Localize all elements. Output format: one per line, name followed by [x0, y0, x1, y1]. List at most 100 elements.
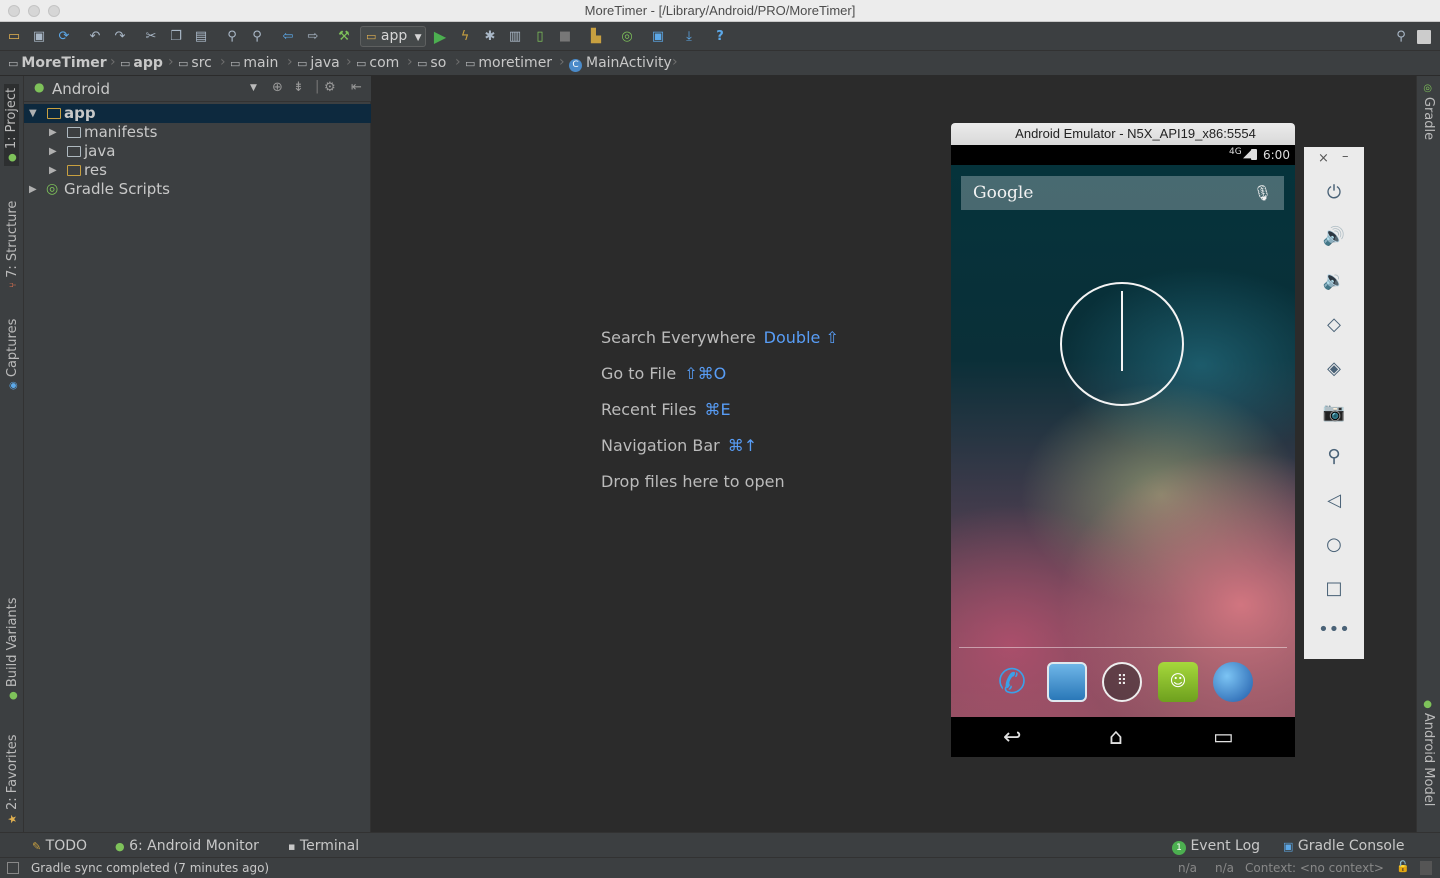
microphone-icon[interactable]: 🎙 [1253, 176, 1272, 210]
help-icon[interactable]: ? [711, 28, 729, 46]
tree-item-app[interactable]: ▼ app [24, 104, 371, 123]
all-apps-icon[interactable]: ⠿ [1102, 662, 1142, 702]
contacts-app-icon[interactable] [1047, 662, 1087, 702]
tab-build-variants[interactable]: ● Build Variants [5, 597, 20, 700]
view-mode-select[interactable]: Android [52, 80, 110, 98]
tab-android-model[interactable]: ● Android Model [1421, 700, 1436, 806]
browser-app-icon[interactable] [1213, 662, 1253, 702]
volume-down-icon[interactable]: 🔉 [1304, 270, 1364, 291]
breadcrumb-item-mainactivity[interactable]: C MainActivity [569, 55, 672, 72]
undo-icon[interactable]: ↶ [86, 28, 104, 46]
analog-clock-widget[interactable] [1060, 282, 1184, 406]
forward-icon[interactable]: ⇨ [304, 28, 322, 46]
replace-icon[interactable]: ⚲ [248, 28, 266, 46]
rotate-right-icon[interactable]: ◈ [1304, 358, 1364, 379]
tab-android-monitor[interactable]: ● 6: Android Monitor [115, 838, 259, 854]
tree-item-res[interactable]: ▶ res [24, 161, 371, 180]
device-recents-icon[interactable]: ▭ [1213, 725, 1234, 750]
power-icon[interactable]: ⏻ [1304, 182, 1364, 203]
breadcrumb-item-src[interactable]: ▭ src [178, 55, 212, 71]
lock-icon[interactable]: 🔓 [1396, 860, 1410, 873]
zoom-icon[interactable]: ⚲ [1304, 446, 1364, 467]
copy-icon[interactable]: ❐ [167, 28, 185, 46]
gear-icon[interactable]: ⚙ [324, 80, 336, 95]
save-icon[interactable]: ▣ [30, 28, 48, 46]
hint-shortcut: ⇧⌘O [684, 364, 727, 383]
breadcrumb-item-java[interactable]: ▭ java [297, 55, 340, 71]
module-folder-icon [47, 108, 61, 119]
collapsed-arrow-icon[interactable]: ▶ [49, 142, 57, 161]
more-icon[interactable]: ••• [1304, 619, 1364, 640]
star-icon: ★ [6, 814, 19, 824]
tab-favorites[interactable]: ★ 2: Favorites [5, 734, 20, 824]
find-icon[interactable]: ⚲ [223, 28, 241, 46]
minimize-icon[interactable]: – [1342, 149, 1349, 164]
project-structure-icon[interactable]: ▣ [649, 28, 667, 46]
device-back-icon[interactable]: ↩ [1003, 725, 1021, 750]
chevron-right-icon: › [559, 54, 565, 70]
profile-icon[interactable]: ▥ [506, 28, 524, 46]
search-everywhere-icon[interactable]: ⚲ [1392, 28, 1410, 46]
tab-todo[interactable]: ✎ TODO [32, 838, 87, 854]
device-screen[interactable]: 4G ◢ 6:00 Google 🎙 ✆ ⠿ ☺ ↩ ⌂ ▭ [951, 145, 1295, 757]
rotate-left-icon[interactable]: ◇ [1304, 314, 1364, 335]
breadcrumb-item-project[interactable]: ▭ MoreTimer [8, 55, 107, 71]
tool-windows-toggle-icon[interactable] [7, 862, 19, 874]
debug-icon[interactable]: ✱ [481, 28, 499, 46]
user-icon[interactable] [1417, 30, 1431, 44]
breadcrumb-item-app[interactable]: ▭ app [120, 55, 163, 71]
breadcrumb-item-com[interactable]: ▭ com [356, 55, 399, 71]
chevron-down-icon[interactable]: ▼ [250, 83, 257, 93]
redo-icon[interactable]: ↷ [111, 28, 129, 46]
make-icon[interactable]: ⚒ [335, 28, 353, 46]
home-wallpaper[interactable]: Google 🎙 ✆ ⠿ ☺ [951, 165, 1295, 717]
breadcrumb-item-moretimer[interactable]: ▭ moretimer [465, 55, 552, 71]
apply-changes-icon[interactable]: ϟ [456, 28, 474, 46]
volume-up-icon[interactable]: 🔊 [1304, 226, 1364, 247]
tab-structure[interactable]: ⑂ 7: Structure [5, 201, 20, 288]
device-home-icon[interactable]: ⌂ [1109, 725, 1123, 750]
tab-gradle-console[interactable]: ▣ Gradle Console [1283, 838, 1404, 854]
sync-icon[interactable]: ⟳ [55, 28, 73, 46]
open-folder-icon[interactable]: ▭ [5, 28, 23, 46]
tab-gradle[interactable]: ◎ Gradle [1421, 84, 1436, 140]
chevron-right-icon: › [407, 54, 413, 70]
tab-event-log[interactable]: 1 Event Log [1172, 838, 1260, 855]
stop-icon[interactable]: ■ [556, 28, 574, 46]
scroll-from-source-icon[interactable]: ⊕ [272, 80, 283, 95]
hide-panel-icon[interactable]: ⇤ [351, 80, 362, 95]
tree-item-java[interactable]: ▶ java [24, 142, 371, 161]
run-icon[interactable]: ▶ [431, 28, 449, 46]
collapse-all-icon[interactable]: ⇟ [293, 80, 304, 95]
tree-item-gradle-scripts[interactable]: ▶ ◎ Gradle Scripts [24, 180, 371, 199]
tab-project[interactable]: ● 1: Project [4, 83, 19, 166]
breadcrumb-item-so[interactable]: ▭ so [417, 55, 446, 71]
gradle-sync-icon[interactable]: ◎ [618, 28, 636, 46]
attach-debugger-icon[interactable]: ▯ [531, 28, 549, 46]
module-icon: ▭ [120, 57, 131, 70]
sdk-manager-icon[interactable]: ⤓ [680, 28, 698, 46]
messaging-app-icon[interactable]: ☺ [1158, 662, 1198, 702]
tab-captures[interactable]: ◉ Captures [5, 319, 20, 390]
screenshot-icon[interactable]: 📷 [1304, 402, 1364, 423]
phone-app-icon[interactable]: ✆ [992, 662, 1032, 702]
memory-indicator-icon[interactable] [1420, 861, 1432, 875]
tree-item-manifests[interactable]: ▶ manifests [24, 123, 371, 142]
avd-manager-icon[interactable]: ▙ [587, 28, 605, 46]
home-icon[interactable]: ○ [1304, 534, 1364, 555]
tab-terminal[interactable]: ▪ Terminal [288, 838, 359, 854]
expanded-arrow-icon[interactable]: ▼ [29, 104, 37, 123]
collapsed-arrow-icon[interactable]: ▶ [49, 123, 57, 142]
collapsed-arrow-icon[interactable]: ▶ [29, 180, 37, 199]
run-configuration-select[interactable]: ▭ app ▼ [360, 26, 426, 47]
paste-icon[interactable]: ▤ [192, 28, 210, 46]
collapsed-arrow-icon[interactable]: ▶ [49, 161, 57, 180]
cut-icon[interactable]: ✂ [142, 28, 160, 46]
overview-icon[interactable]: □ [1304, 578, 1364, 599]
status-message[interactable]: Gradle sync completed (7 minutes ago) [31, 861, 269, 875]
back-icon[interactable]: ◁ [1304, 490, 1364, 511]
breadcrumb-item-main[interactable]: ▭ main [230, 55, 278, 71]
close-icon[interactable]: × [1318, 151, 1329, 166]
back-icon[interactable]: ⇦ [279, 28, 297, 46]
google-search-bar[interactable]: Google 🎙 [961, 176, 1284, 210]
